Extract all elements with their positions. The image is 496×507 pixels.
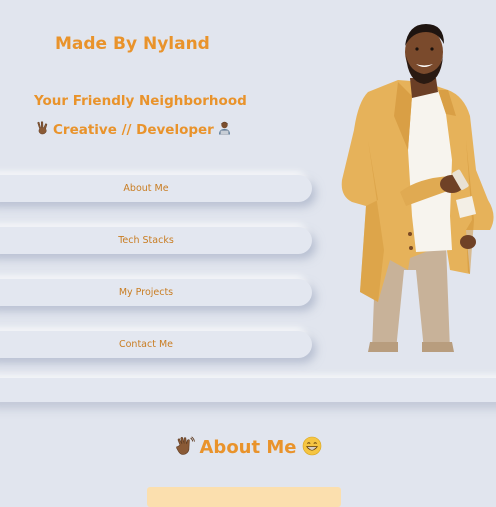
hero-divider [0,378,496,402]
nav-about-me-label: About Me [123,183,169,194]
grinning-face-icon [302,436,322,459]
nav-about-me-button[interactable]: About Me [0,175,312,202]
about-me-heading-text: About Me [199,437,297,458]
technologist-icon [218,121,231,138]
about-me-card [147,487,341,507]
victory-hand-icon [36,121,49,138]
nav-contact-me-label: Contact Me [118,339,174,350]
tagline: Your Friendly Neighborhood [34,93,247,109]
nav-my-projects-label: My Projects [118,287,174,298]
nav-tech-stacks-label: Tech Stacks [118,235,174,246]
role-line: Creative // Developer [36,121,231,138]
hero-section: Made By Nyland Your Friendly Neighborhoo… [0,0,496,380]
about-me-heading: About Me [0,436,496,459]
waving-hand-icon [175,436,195,459]
role-text: Creative // Developer [53,121,214,138]
brand-title: Made By Nyland [55,34,210,54]
nav-my-projects-button[interactable]: My Projects [0,279,312,306]
photo-shirt [408,90,452,252]
nav-tech-stacks-button[interactable]: Tech Stacks [0,227,312,254]
nav-contact-me-button[interactable]: Contact Me [0,331,312,358]
portrait-photo [341,24,494,352]
